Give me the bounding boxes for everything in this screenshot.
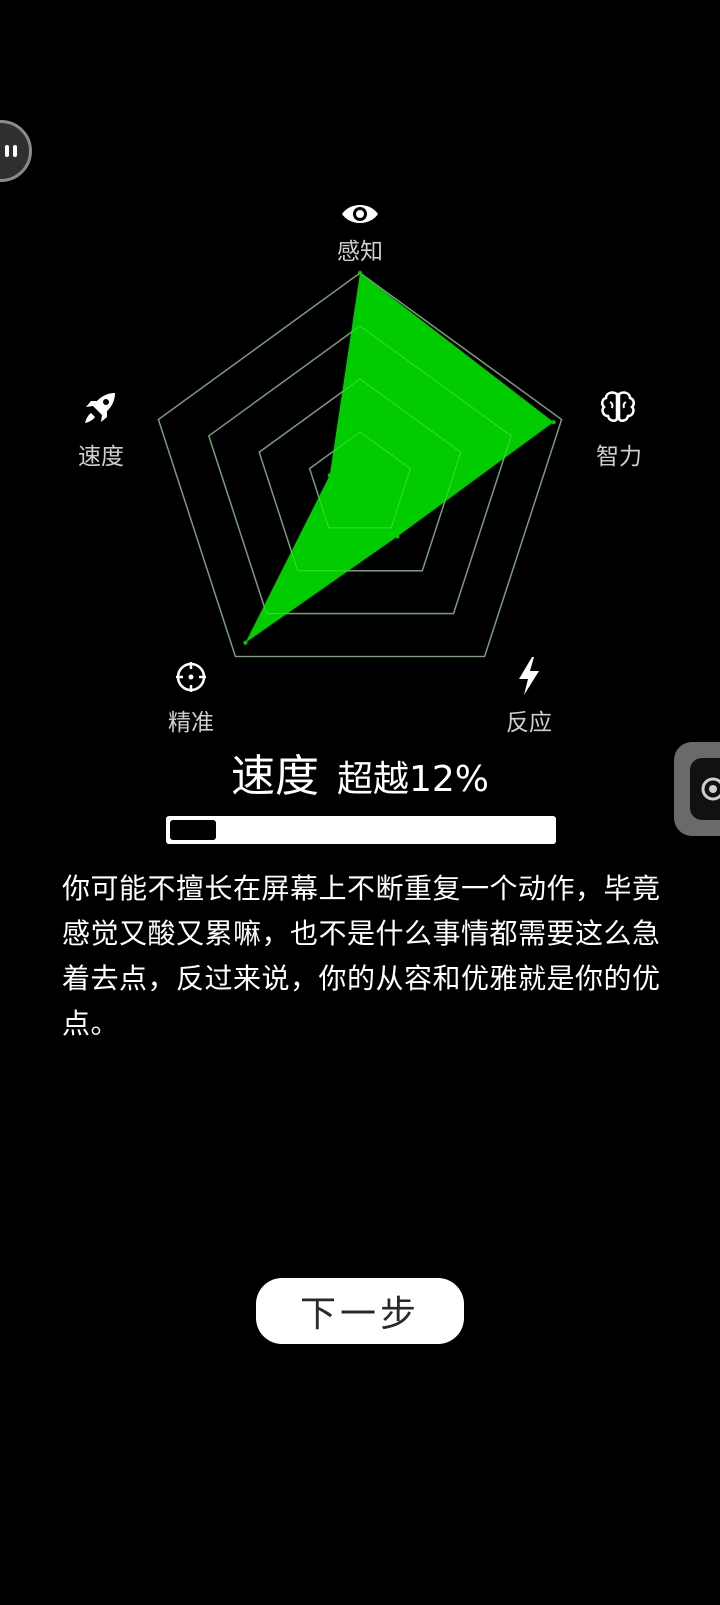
result-progress-fill xyxy=(170,820,216,840)
radar-data-point xyxy=(358,271,362,275)
radar-data-point xyxy=(551,420,556,425)
floating-assistant-bubble[interactable] xyxy=(0,120,32,182)
result-description: 你可能不擅长在屏幕上不断重复一个动作，毕竟感觉又酸又累嘛，也不是什么事情都需要这… xyxy=(62,872,661,1040)
next-step-button[interactable]: 下一步 xyxy=(256,1278,464,1344)
axis-label-perception: 感知 xyxy=(337,239,383,265)
axis-label-precision: 精准 xyxy=(168,710,214,736)
pause-icon xyxy=(5,145,17,157)
radar-data-point xyxy=(243,640,248,645)
axis-label-reaction: 反应 xyxy=(506,710,552,736)
axis-label-intelligence: 智力 xyxy=(596,444,642,470)
result-subtitle: 超越12% xyxy=(336,759,490,800)
crosshair-icon xyxy=(176,662,206,692)
radar-data-point xyxy=(395,534,400,539)
result-title: 速度 xyxy=(230,751,319,802)
result-summary: 速度 超越12% xyxy=(0,740,720,804)
lightning-icon xyxy=(519,657,539,695)
result-progress-bar xyxy=(166,816,556,844)
eye-icon xyxy=(342,205,378,223)
brain-icon xyxy=(601,391,635,422)
rocket-icon xyxy=(85,393,115,423)
axis-label-speed: 速度 xyxy=(78,444,124,470)
radar-data-point xyxy=(327,473,332,478)
